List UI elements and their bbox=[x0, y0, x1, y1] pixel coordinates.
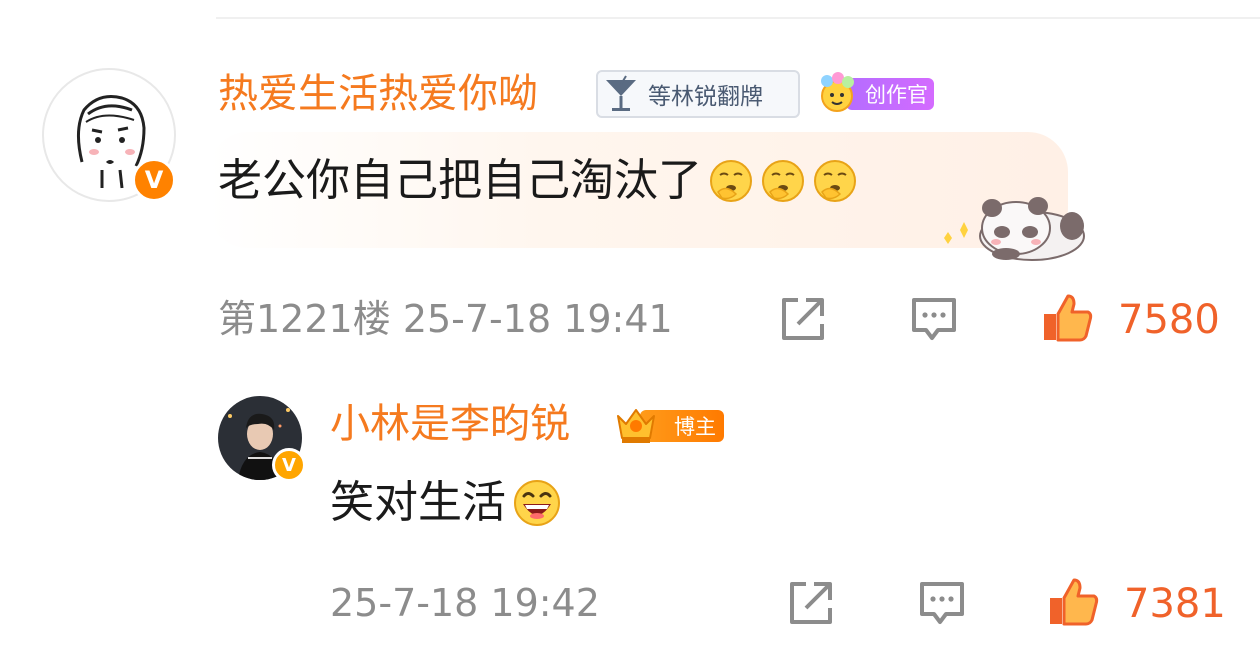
laughing-emoji-icon bbox=[514, 480, 560, 526]
host-badge[interactable]: 博主 bbox=[612, 402, 724, 448]
cocktail-cup-icon bbox=[606, 75, 636, 111]
creator-badge-label: 创作官 bbox=[846, 78, 934, 110]
creator-mascot-icon bbox=[821, 72, 854, 112]
thumbs-up-icon[interactable] bbox=[1040, 290, 1096, 346]
reply-text: 笑对生活 bbox=[330, 477, 506, 528]
fan-group-badge[interactable]: 等林锐翻牌 bbox=[596, 70, 800, 118]
share-icon[interactable] bbox=[784, 578, 836, 630]
panda-sticker-icon bbox=[944, 197, 1085, 261]
reply-timestamp: 25-7-18 19:42 bbox=[330, 581, 600, 625]
comment-icon[interactable] bbox=[916, 578, 968, 630]
thumbs-up-icon[interactable] bbox=[1046, 574, 1102, 630]
commenter-avatar[interactable]: V bbox=[42, 68, 176, 202]
floor-number: 第1221楼 bbox=[218, 297, 391, 341]
creator-badge[interactable]: 创作官 bbox=[816, 72, 934, 112]
like-count[interactable]: 7381 bbox=[1124, 584, 1226, 624]
comment-text: 老公你自己把自己淘汰了 bbox=[218, 155, 702, 206]
comment-timestamp: 25-7-18 19:41 bbox=[402, 297, 673, 341]
thinking-emoji-icon bbox=[710, 160, 752, 202]
share-icon[interactable] bbox=[776, 294, 828, 346]
thinking-emoji-icon bbox=[762, 160, 804, 202]
replier-avatar[interactable]: V bbox=[218, 396, 306, 482]
comment-meta: 第1221楼 25-7-18 19:41 bbox=[218, 300, 673, 338]
like-count[interactable]: 7580 bbox=[1118, 300, 1220, 340]
verified-badge-icon: V bbox=[272, 448, 306, 482]
comment-content[interactable]: 老公你自己把自己淘汰了 bbox=[218, 158, 858, 204]
verified-badge-icon: V bbox=[132, 158, 176, 202]
comment-icon[interactable] bbox=[908, 294, 960, 346]
reply-meta: 25-7-18 19:42 bbox=[330, 584, 600, 622]
thinking-emoji-icon bbox=[814, 160, 856, 202]
crown-icon bbox=[617, 409, 655, 443]
top-divider bbox=[216, 17, 1260, 19]
fan-group-badge-label: 等林锐翻牌 bbox=[648, 84, 763, 110]
commenter-username[interactable]: 热爱生活热爱你呦 bbox=[218, 74, 538, 114]
replier-username[interactable]: 小林是李昀锐 bbox=[330, 404, 570, 444]
reply-content[interactable]: 笑对生活 bbox=[330, 478, 562, 528]
